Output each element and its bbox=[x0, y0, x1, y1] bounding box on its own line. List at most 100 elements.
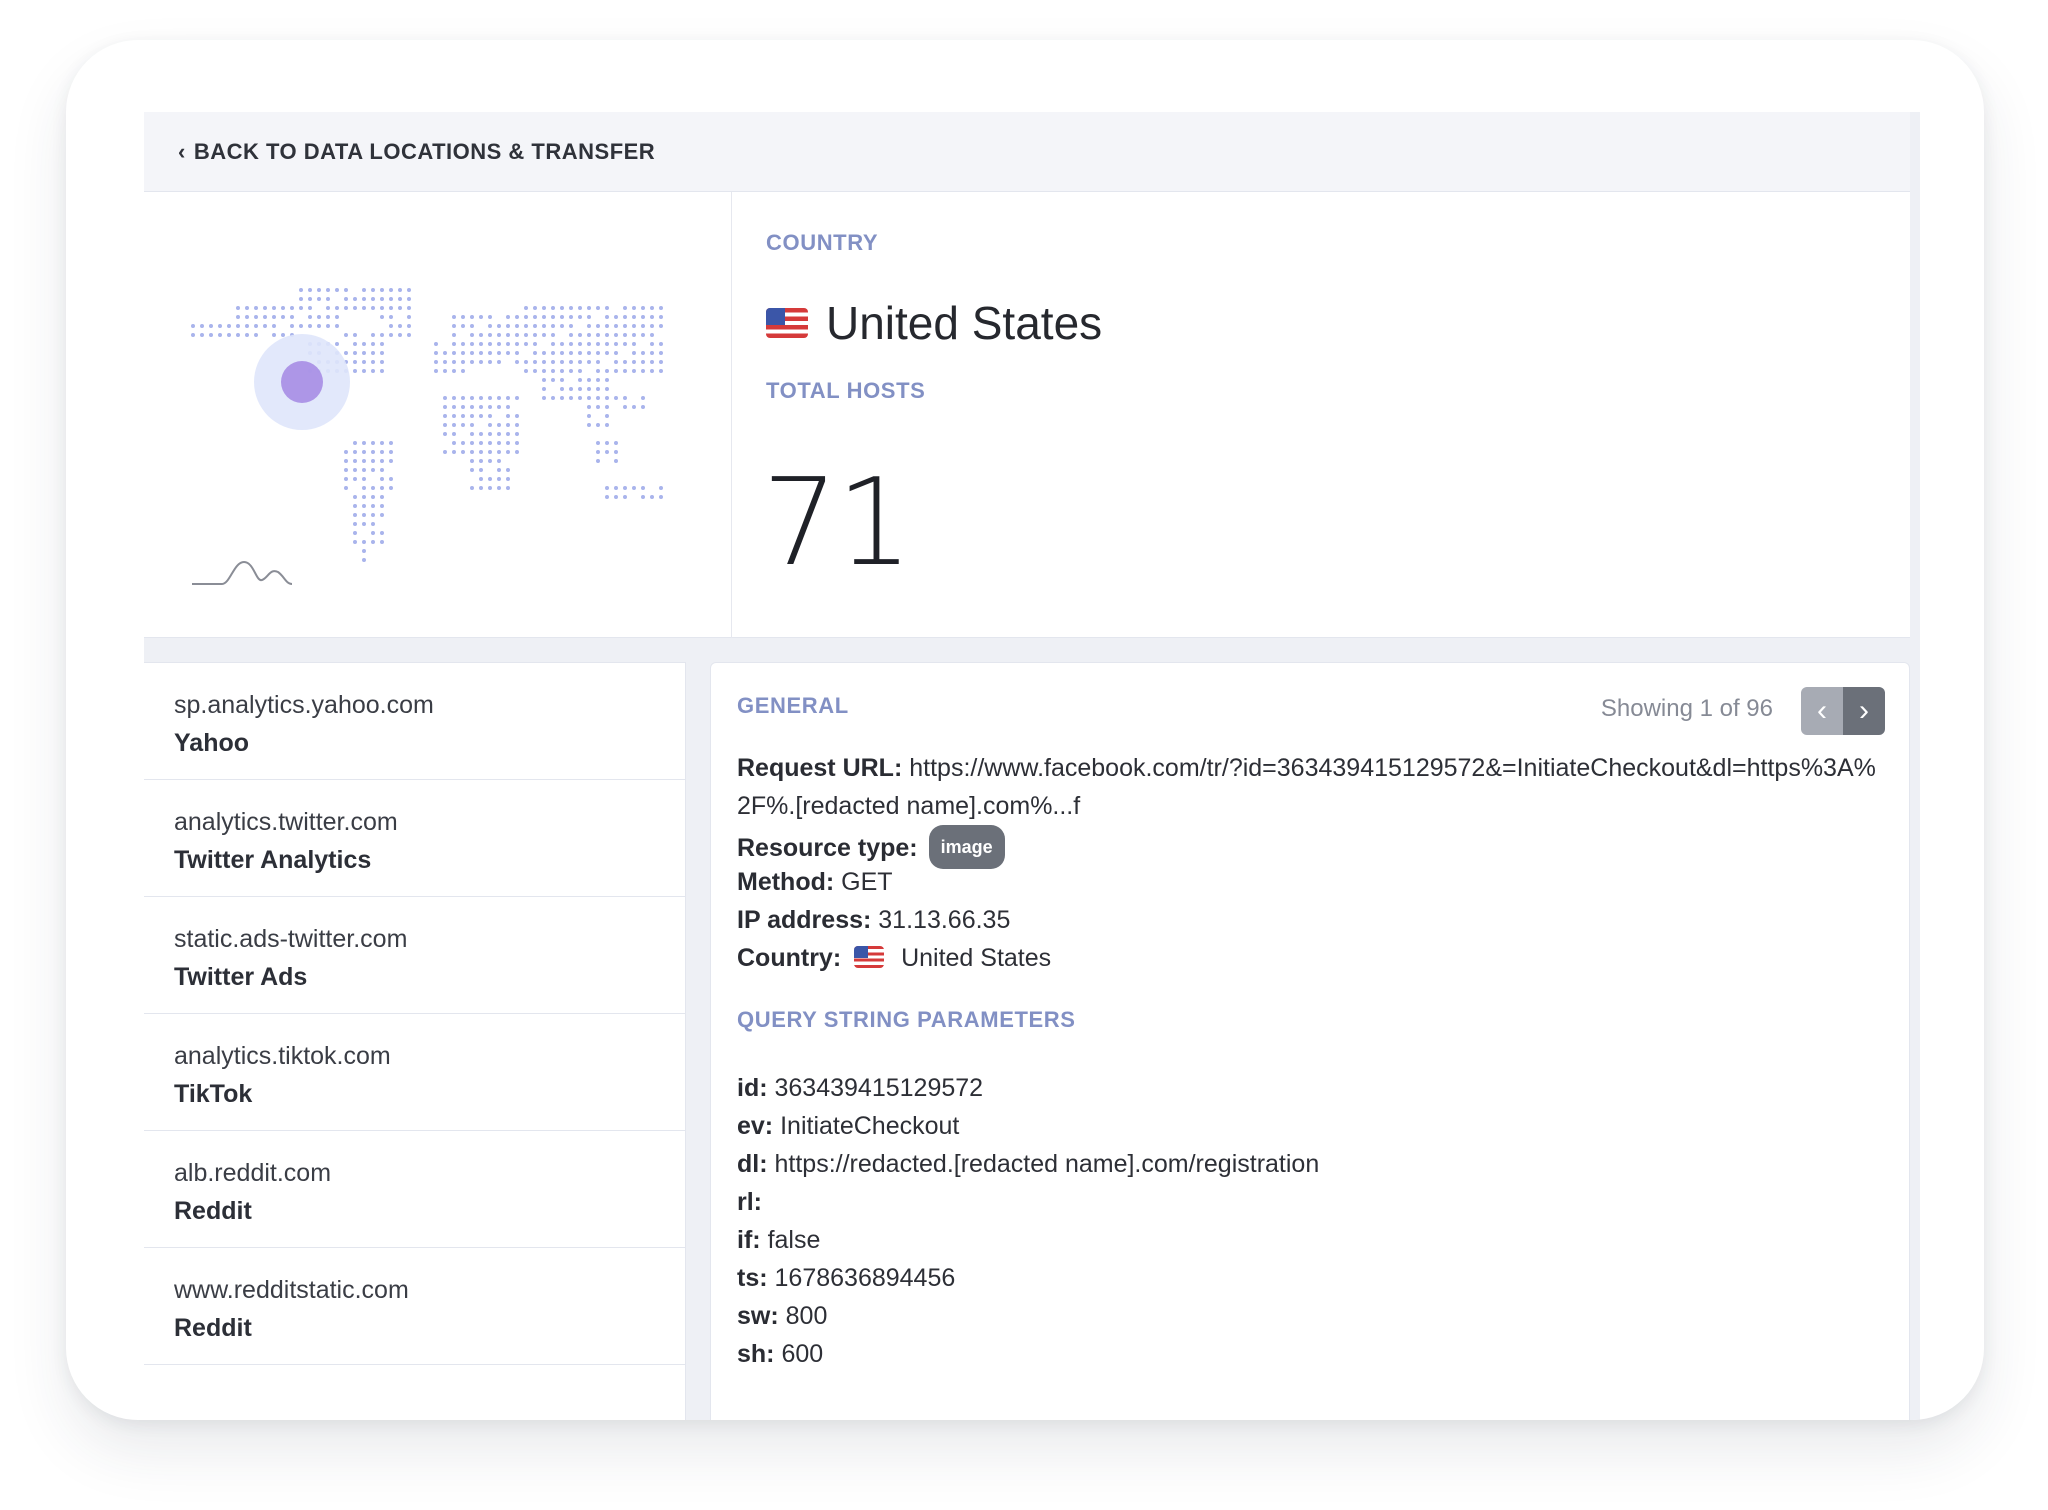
map-dot bbox=[434, 342, 438, 346]
param-row: id: 363439415129572 bbox=[737, 1069, 1887, 1107]
map-dot bbox=[560, 387, 564, 391]
map-dot bbox=[569, 351, 573, 355]
map-dot bbox=[488, 477, 492, 481]
brand-logo-icon bbox=[192, 560, 293, 585]
map-dot bbox=[290, 306, 294, 310]
request-details-panel: GENERAL Showing 1 of 96 ‹ › Request URL:… bbox=[710, 662, 1910, 1420]
total-hosts-value: 71 bbox=[762, 454, 913, 593]
map-dot bbox=[272, 324, 276, 328]
map-dot bbox=[515, 450, 519, 454]
map-dot bbox=[506, 423, 510, 427]
map-dot bbox=[497, 324, 501, 328]
back-link[interactable]: ‹ BACK TO DATA LOCATIONS & TRANSFER bbox=[178, 139, 655, 165]
country-value: United States bbox=[766, 296, 1102, 350]
map-dot bbox=[641, 495, 645, 499]
map-dot bbox=[281, 315, 285, 319]
map-dot bbox=[398, 288, 402, 292]
map-dot bbox=[641, 360, 645, 364]
map-dot bbox=[515, 423, 519, 427]
map-dot bbox=[587, 396, 591, 400]
map-dot bbox=[272, 306, 276, 310]
map-dot bbox=[380, 369, 384, 373]
map-dot bbox=[479, 360, 483, 364]
map-dot bbox=[488, 405, 492, 409]
map-dot bbox=[281, 306, 285, 310]
map-dot bbox=[362, 450, 366, 454]
map-dot bbox=[497, 360, 501, 364]
map-dot bbox=[200, 333, 204, 337]
map-dot bbox=[596, 360, 600, 364]
param-key: ev: bbox=[737, 1112, 774, 1140]
map-dot bbox=[551, 351, 555, 355]
map-dot bbox=[659, 351, 663, 355]
map-dot bbox=[542, 360, 546, 364]
map-dot bbox=[542, 369, 546, 373]
map-dot bbox=[362, 306, 366, 310]
map-dot bbox=[605, 414, 609, 418]
param-row: ev: InitiateCheckout bbox=[737, 1107, 1887, 1145]
map-dot bbox=[470, 414, 474, 418]
map-dot bbox=[605, 378, 609, 382]
map-dot bbox=[407, 333, 411, 337]
map-dot bbox=[596, 333, 600, 337]
map-dot bbox=[632, 315, 636, 319]
map-dot bbox=[587, 342, 591, 346]
map-dot bbox=[587, 324, 591, 328]
map-dot bbox=[470, 459, 474, 463]
map-dot bbox=[335, 306, 339, 310]
param-value: 600 bbox=[781, 1340, 824, 1368]
host-list-item[interactable]: sp.analytics.yahoo.com Yahoo bbox=[144, 663, 685, 780]
us-location-marker[interactable] bbox=[281, 361, 323, 403]
map-dot bbox=[542, 396, 546, 400]
map-dot bbox=[578, 369, 582, 373]
map-dot bbox=[578, 306, 582, 310]
map-dot bbox=[596, 423, 600, 427]
map-dot bbox=[551, 360, 555, 364]
map-dot bbox=[605, 405, 609, 409]
map-dot bbox=[362, 342, 366, 346]
map-dot bbox=[533, 342, 537, 346]
param-key: dl: bbox=[737, 1150, 768, 1178]
map-dot bbox=[533, 315, 537, 319]
pagination-controls: ‹ › bbox=[1801, 687, 1885, 735]
param-value: false bbox=[767, 1226, 821, 1254]
map-dot bbox=[659, 306, 663, 310]
host-list-item[interactable]: analytics.tiktok.com TikTok bbox=[144, 1014, 685, 1131]
map-dot bbox=[551, 369, 555, 373]
map-dot bbox=[488, 324, 492, 328]
map-dot bbox=[479, 450, 483, 454]
map-dot bbox=[524, 342, 528, 346]
map-dot bbox=[605, 324, 609, 328]
host-list-item[interactable]: static.ads-twitter.com Twitter Ads bbox=[144, 897, 685, 1014]
map-dot bbox=[515, 432, 519, 436]
map-dot bbox=[632, 333, 636, 337]
map-dot bbox=[407, 324, 411, 328]
map-dot bbox=[362, 558, 366, 562]
map-dot bbox=[443, 405, 447, 409]
map-dot bbox=[461, 351, 465, 355]
map-dot bbox=[371, 513, 375, 517]
host-list-item[interactable]: analytics.twitter.com Twitter Analytics bbox=[144, 780, 685, 897]
map-dot bbox=[488, 486, 492, 490]
map-dot bbox=[479, 432, 483, 436]
map-dot bbox=[479, 486, 483, 490]
host-list-item[interactable]: www.redditstatic.com Reddit bbox=[144, 1248, 685, 1365]
previous-button[interactable]: ‹ bbox=[1801, 687, 1843, 735]
map-dot bbox=[335, 288, 339, 292]
next-button[interactable]: › bbox=[1843, 687, 1885, 735]
map-dot bbox=[353, 477, 357, 481]
map-dot bbox=[605, 342, 609, 346]
map-dot bbox=[245, 315, 249, 319]
map-dot bbox=[353, 360, 357, 364]
map-dot bbox=[641, 486, 645, 490]
method-row: Method: GET bbox=[737, 863, 1887, 901]
country-label: COUNTRY bbox=[766, 230, 879, 255]
host-list-item[interactable]: alb.reddit.com Reddit bbox=[144, 1131, 685, 1248]
map-dot bbox=[605, 333, 609, 337]
map-dot bbox=[389, 297, 393, 301]
map-dot bbox=[452, 369, 456, 373]
map-dot bbox=[344, 450, 348, 454]
map-dot bbox=[659, 324, 663, 328]
map-dot bbox=[362, 477, 366, 481]
map-dot bbox=[497, 441, 501, 445]
